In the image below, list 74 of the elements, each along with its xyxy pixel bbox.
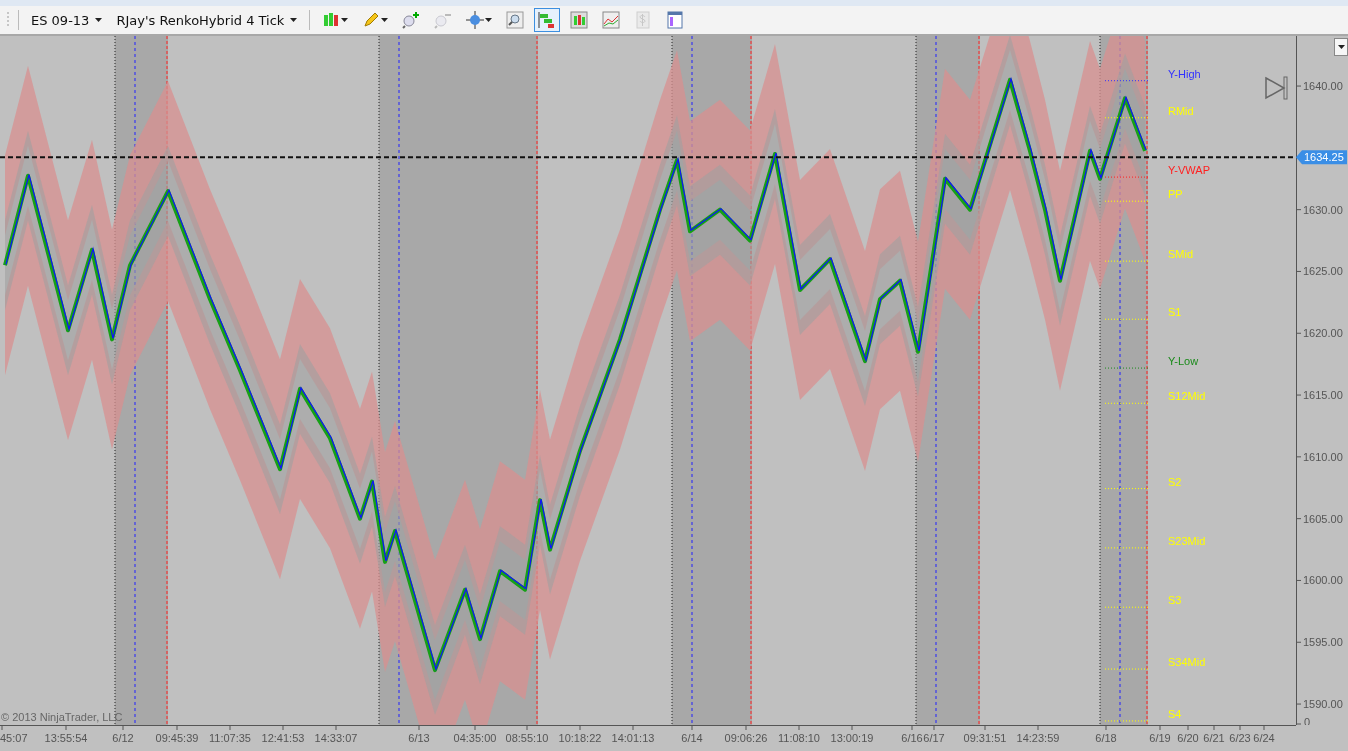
level-label: S2 [1168,475,1182,488]
axis-label: 1600.00 [1303,574,1343,587]
time-label: 13:55:54 [44,732,88,744]
time-label: 14:33:07 [314,732,358,744]
caret-icon [290,18,298,22]
zoom-out-icon [434,11,453,29]
caret-icon [485,18,493,22]
level-label: S4 [1168,707,1182,720]
time-label: 09:06:26 [724,732,768,744]
time-label: 6/19 [1149,732,1171,744]
time-label: 6/14 [681,732,703,744]
skip-to-end-icon[interactable] [1265,76,1288,100]
crosshair-icon [466,11,485,29]
toolbar-button[interactable] [534,8,561,32]
axis-label: 1595.00 [1303,636,1343,649]
axis-label: 1625.00 [1303,265,1343,278]
level-label: Y-Low [1168,355,1199,368]
level-label: S1 [1168,306,1182,319]
time-label: 6/21 [1203,732,1225,744]
bar-type-dropdown[interactable]: RJay's RenkoHybrid 4 Tick [112,10,302,30]
axis-label: 1630.00 [1303,203,1343,216]
time-label: 6/18 [1095,732,1117,744]
chart-panels-icon [538,11,557,29]
last-price-badge: 1634.25 [1296,150,1347,165]
level-label: S23Mid [1168,534,1206,547]
pencil-icon [362,11,381,29]
dropdown-button[interactable] [1334,38,1348,56]
copyright-text: © 2013 NinjaTrader, LLC [1,711,123,723]
time-label: 09:31:51 [963,732,1007,744]
caret-icon [1337,45,1345,49]
level-label: Y-High [1168,67,1201,80]
dollar-icon [634,11,653,29]
time-label: 6/24 [1253,732,1275,744]
axis-label: 1610.00 [1303,450,1343,463]
time-label: 14:01:13 [611,732,655,744]
level-label: Y-VWAP [1168,164,1210,177]
time-label: 6/20 [1177,732,1199,744]
caret-icon [95,18,103,22]
level-label: SMid [1168,248,1194,261]
axis-label: 1615.00 [1303,389,1343,402]
bar-chart-icon [570,11,589,29]
level-label: S12Mid [1168,390,1206,403]
search-icon [506,11,525,29]
level-label: RMid [1168,104,1194,117]
time-label: 11:07:35 [209,732,251,744]
line-chart-icon [602,11,621,29]
time-label: 11:08:10 [778,732,820,744]
time-label: 6/13 [408,732,430,744]
level-label: S34Mid [1168,656,1206,669]
time-label: 13:00:19 [830,732,874,744]
caret-icon [381,18,389,22]
grip-icon [6,11,10,29]
time-label: 6/16 [901,732,923,744]
candlestick-icon [322,11,341,29]
zoom-in-icon [402,11,421,29]
data-box-icon [666,11,685,29]
axis-label: 1620.00 [1303,327,1343,340]
level-label: PP [1168,188,1183,201]
time-label: 09:45:39 [155,732,199,744]
axis-label: 1640.00 [1303,80,1343,93]
time-label: 45:07 [0,732,28,744]
time-label: 6/12 [112,732,134,744]
axis-label: 1590.00 [1303,698,1343,711]
time-label: 6/17 [923,732,945,744]
time-label: 10:18:22 [558,732,602,744]
time-label: 12:41:53 [261,732,305,744]
instrument-dropdown[interactable]: ES 09-13 [27,10,107,30]
caret-icon [341,18,349,22]
axis-label: 1605.00 [1303,512,1343,525]
time-label: 14:23:59 [1016,732,1060,744]
time-label: 08:55:10 [505,732,549,744]
time-label: 6/23 [1229,732,1251,744]
level-label: S3 [1168,594,1182,607]
time-label: 04:35:00 [453,732,497,744]
